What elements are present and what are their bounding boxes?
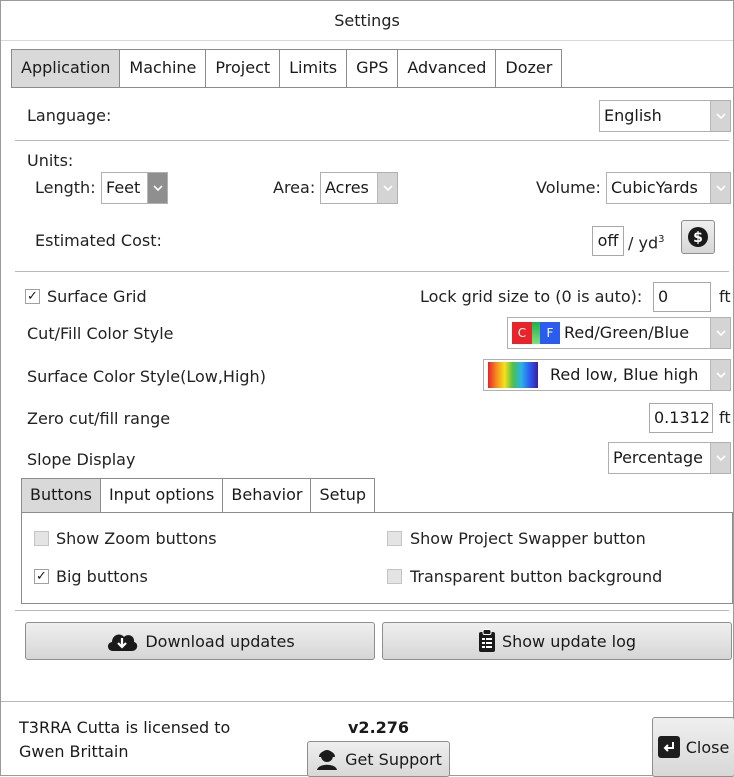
cost-unit-label: / yd3: [628, 233, 665, 253]
length-select[interactable]: Feet: [101, 172, 168, 204]
tab-machine[interactable]: Machine: [119, 49, 207, 87]
slope-display-select[interactable]: Percentage: [608, 442, 731, 474]
cutfill-color-value: Red/Green/Blue: [564, 323, 690, 342]
license-line1: T3RRA Cutta is licensed to: [19, 718, 231, 737]
settings-window: Settings Application Machine Project Lim…: [0, 0, 734, 777]
cloud-download-icon: [108, 634, 138, 651]
chevron-down-icon: [377, 173, 397, 203]
cutfill-swatch-icon: C F: [512, 322, 560, 344]
big-buttons-checkbox[interactable]: ✓: [34, 569, 49, 584]
chevron-down-icon: [710, 173, 730, 203]
volume-label: Volume:: [536, 178, 601, 197]
surface-grid-checkbox[interactable]: ✓: [25, 289, 40, 304]
tab-limits[interactable]: Limits: [279, 49, 348, 87]
clipboard-list-icon: [478, 629, 495, 652]
buttons-subpanel: Show Zoom buttons ✓ Big buttons Show Pro…: [21, 512, 733, 604]
zero-range-unit: ft: [719, 408, 731, 427]
show-swapper-label: Show Project Swapper button: [410, 529, 646, 548]
language-label: Language:: [27, 106, 112, 125]
license-line2: Gwen Brittain: [19, 742, 129, 761]
surface-grid-label: Surface Grid: [47, 287, 147, 306]
area-value: Acres: [325, 178, 369, 197]
currency-button[interactable]: $: [681, 220, 715, 254]
zero-range-input[interactable]: 0.1312: [649, 403, 713, 433]
estimated-cost-label: Estimated Cost:: [35, 231, 162, 250]
window-title: Settings: [1, 1, 733, 41]
get-support-button[interactable]: Get Support: [307, 741, 450, 777]
show-update-log-button[interactable]: Show update log: [382, 622, 732, 660]
chevron-down-icon: [710, 318, 730, 348]
divider: [15, 140, 729, 141]
tab-project[interactable]: Project: [205, 49, 281, 87]
zero-range-label: Zero cut/fill range: [27, 409, 171, 428]
slope-display-label: Slope Display: [27, 450, 136, 469]
surface-color-select[interactable]: Red low, Blue high: [483, 359, 731, 391]
chevron-down-icon: [710, 360, 730, 390]
tab-gps[interactable]: GPS: [346, 49, 399, 87]
main-tabs: Application Machine Project Limits GPS A…: [11, 49, 563, 87]
cutfill-color-select[interactable]: C F Red/Green/Blue: [507, 317, 731, 349]
transparent-bg-label: Transparent button background: [410, 567, 663, 586]
divider: [15, 271, 729, 272]
show-zoom-checkbox[interactable]: [34, 531, 49, 546]
application-panel: Language: English Units: Length: Feet Ar…: [11, 87, 733, 691]
chevron-down-icon: [147, 173, 167, 203]
surface-color-value: Red low, Blue high: [550, 365, 699, 384]
support-agent-icon: [317, 750, 338, 770]
lock-grid-unit: ft: [719, 287, 731, 306]
length-value: Feet: [106, 178, 141, 197]
chevron-down-icon: [710, 101, 730, 131]
language-value: English: [604, 106, 662, 125]
show-zoom-label: Show Zoom buttons: [56, 529, 217, 548]
checkmark-icon: ✓: [36, 569, 47, 584]
length-label: Length:: [35, 178, 96, 197]
show-swapper-checkbox[interactable]: [387, 531, 402, 546]
lock-grid-input[interactable]: 0: [653, 282, 711, 312]
version-label: v2.276: [348, 718, 410, 737]
subtab-setup[interactable]: Setup: [310, 478, 376, 512]
area-label: Area:: [273, 178, 316, 197]
transparent-bg-checkbox[interactable]: [387, 569, 402, 584]
dollar-icon: $: [688, 227, 708, 247]
footer-divider: [1, 701, 734, 702]
chevron-down-icon: [710, 443, 730, 473]
volume-select[interactable]: CubicYards: [606, 172, 731, 204]
close-label: Close: [685, 737, 730, 757]
surface-color-label: Surface Color Style(Low,High): [27, 367, 266, 386]
volume-value: CubicYards: [611, 178, 698, 197]
estimated-cost-input[interactable]: off: [592, 226, 624, 256]
divider: [15, 610, 729, 611]
exit-icon: [657, 736, 680, 758]
tab-dozer[interactable]: Dozer: [495, 49, 563, 87]
tab-advanced[interactable]: Advanced: [397, 49, 497, 87]
slope-display-value: Percentage: [613, 448, 704, 467]
get-support-label: Get Support: [345, 749, 442, 769]
subtab-input-options[interactable]: Input options: [99, 478, 224, 512]
big-buttons-label: Big buttons: [56, 567, 148, 586]
close-button[interactable]: Close: [652, 717, 734, 777]
download-updates-button[interactable]: Download updates: [25, 622, 375, 660]
language-select[interactable]: English: [599, 100, 731, 132]
show-update-log-label: Show update log: [501, 631, 637, 651]
tab-application[interactable]: Application: [11, 49, 121, 87]
area-select[interactable]: Acres: [320, 172, 398, 204]
lock-grid-label: Lock grid size to (0 is auto):: [420, 287, 643, 306]
cutfill-color-label: Cut/Fill Color Style: [27, 324, 174, 343]
subtab-buttons[interactable]: Buttons: [21, 478, 101, 512]
checkmark-icon: ✓: [27, 289, 38, 304]
sub-tabs: Buttons Input options Behavior Setup: [21, 478, 376, 512]
subtab-behavior[interactable]: Behavior: [222, 478, 312, 512]
spectrum-swatch-icon: [488, 362, 538, 388]
download-updates-label: Download updates: [145, 631, 295, 651]
svg-text:$: $: [693, 230, 703, 246]
